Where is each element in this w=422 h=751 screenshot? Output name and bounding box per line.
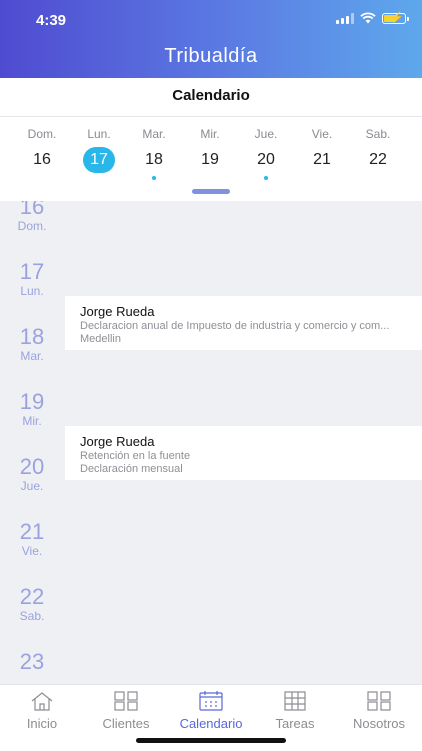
week-day-jue[interactable]: Jue. 20	[238, 117, 294, 180]
week-day-number: 16	[33, 151, 51, 168]
event-detail: Medellin	[80, 333, 121, 345]
timeline-day-name: Mir.	[22, 414, 42, 428]
day-timeline[interactable]: 16 Dom. 17 Lun. 18 Mar. 19 Mir. 20 Jue. …	[0, 201, 422, 684]
home-icon	[31, 692, 53, 711]
battery-icon: ⚡	[382, 12, 409, 24]
timeline-day: 23	[0, 650, 64, 674]
week-day-lun[interactable]: Lun. 17	[71, 117, 127, 173]
tab-calendario[interactable]: Calendario	[169, 685, 253, 731]
week-day-number: 21	[313, 151, 331, 168]
timeline-day-number: 23	[19, 649, 45, 674]
timeline-day-name: Mar.	[20, 349, 44, 363]
tasks-icon	[284, 691, 306, 711]
week-day-number-selected: 17	[83, 147, 115, 173]
week-day-dom[interactable]: Dom. 16	[14, 117, 70, 173]
week-day-sab[interactable]: Sab. 22	[350, 117, 406, 173]
tab-clientes[interactable]: Clientes	[84, 685, 168, 731]
event-client-name: Jorge Rueda	[80, 434, 155, 449]
week-day-number: 18	[145, 151, 163, 168]
week-day-name: Mir.	[200, 127, 220, 141]
timeline-day-name: Sab.	[19, 609, 45, 623]
event-client-name: Jorge Rueda	[80, 304, 155, 319]
week-day-name: Mar.	[142, 127, 166, 141]
week-day-mir[interactable]: Mir. 19	[182, 117, 238, 173]
tab-label: Calendario	[179, 716, 243, 731]
tab-nosotros[interactable]: Nosotros	[337, 685, 421, 731]
timeline-day: 21 Vie.	[0, 519, 64, 559]
tab-label: Clientes	[102, 716, 150, 731]
week-strip: Dom. 16 Lun. 17 Mar. 18 Mir. 19 Jue. 20 …	[0, 117, 422, 201]
tab-label: Inicio	[26, 716, 58, 731]
event-detail: Declaración mensual	[80, 463, 183, 475]
timeline-day: 22 Sab.	[0, 584, 64, 624]
event-description: Declaracion anual de Impuesto de industr…	[80, 320, 390, 332]
tab-label: Tareas	[275, 716, 315, 731]
week-day-name: Dom.	[27, 127, 57, 141]
event-card[interactable]: Jorge Rueda Retención en la fuente Decla…	[65, 426, 422, 480]
week-day-name: Sab.	[365, 127, 391, 141]
app-header: 4:39 ⚡ Tribualdía	[0, 0, 422, 78]
status-icons: ⚡	[336, 12, 409, 24]
week-day-number: 20	[257, 151, 275, 168]
grid-icon	[114, 691, 138, 711]
grid-icon	[367, 691, 391, 711]
week-day-name: Jue.	[254, 127, 278, 141]
timeline-day-number: 22	[19, 584, 45, 609]
timeline-day-name: Dom.	[17, 219, 47, 233]
timeline-day-name: Jue.	[20, 479, 44, 493]
timeline-day: 17 Lun.	[0, 259, 64, 299]
calendar-icon	[199, 691, 223, 711]
timeline-day-name: Lun.	[20, 284, 44, 298]
tab-tareas[interactable]: Tareas	[253, 685, 337, 731]
app-title: Tribualdía	[164, 45, 258, 67]
tab-inicio[interactable]: Inicio	[0, 685, 84, 731]
home-indicator[interactable]	[136, 738, 286, 743]
tab-label: Nosotros	[352, 716, 406, 731]
week-day-name: Vie.	[311, 127, 333, 141]
timeline-day-number: 16	[19, 201, 45, 219]
status-time: 4:39	[36, 12, 67, 29]
week-day-vie[interactable]: Vie. 21	[294, 117, 350, 173]
timeline-day: 19 Mir.	[0, 389, 64, 429]
timeline-day-number: 17	[19, 259, 45, 284]
page-title: Calendario	[0, 78, 422, 117]
cellular-signal-icon	[336, 12, 354, 24]
event-dot	[152, 176, 156, 180]
timeline-day-number: 19	[19, 389, 45, 414]
week-day-number: 19	[201, 151, 219, 168]
timeline-day: 20 Jue.	[0, 454, 64, 494]
timeline-day-number: 20	[19, 454, 45, 479]
timeline-day: 16 Dom.	[0, 201, 64, 233]
timeline-day-name: Vie.	[21, 544, 43, 558]
week-day-number: 22	[369, 151, 387, 168]
event-dot	[264, 176, 268, 180]
week-day-name: Lun.	[87, 127, 111, 141]
timeline-day-number: 21	[19, 519, 45, 544]
timeline-day-number: 18	[19, 324, 45, 349]
wifi-icon	[360, 12, 376, 24]
timeline-day: 18 Mar.	[0, 324, 64, 364]
event-description: Retención en la fuente	[80, 450, 191, 462]
event-card[interactable]: Jorge Rueda Declaracion anual de Impuest…	[65, 296, 422, 350]
drag-handle[interactable]	[192, 189, 230, 194]
week-day-mar[interactable]: Mar. 18	[126, 117, 182, 180]
